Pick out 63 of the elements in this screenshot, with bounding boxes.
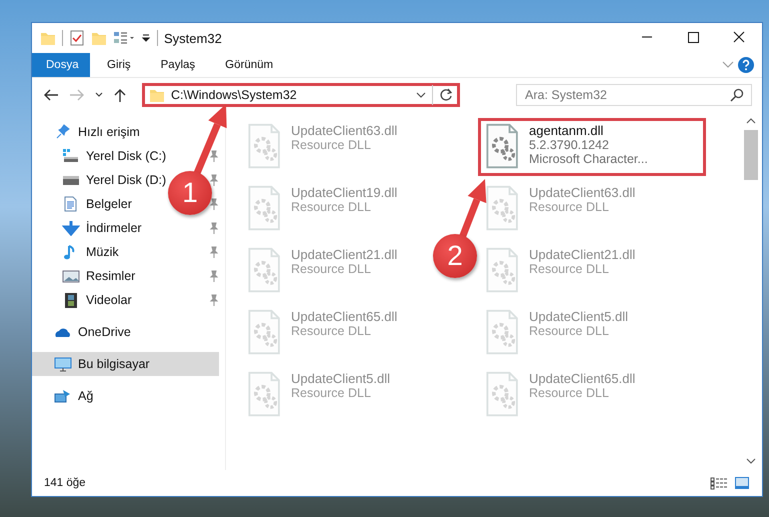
sidebar-item[interactable]: Müzik (32, 240, 168, 264)
back-arrow-icon[interactable] (42, 87, 60, 103)
file-name: UpdateClient5.dll (291, 371, 390, 386)
up-arrow-icon[interactable] (112, 87, 128, 103)
download-arrow-icon (62, 220, 80, 236)
file-detail: 5.2.3790.1242 (529, 138, 610, 152)
file-detail: Resource DLL (291, 386, 372, 400)
tiles-view-icon[interactable] (734, 476, 750, 490)
sidebar-item[interactable]: Ağ (32, 384, 100, 408)
file-detail: Microsoft Character... (529, 152, 648, 166)
file-detail: Resource DLL (529, 262, 610, 276)
file-name: UpdateClient5.dll (529, 309, 628, 324)
ribbon-tab[interactable]: Paylaş (148, 53, 208, 77)
film-icon (62, 292, 80, 308)
properties-icon[interactable] (113, 30, 135, 46)
file-detail: Resource DLL (291, 262, 372, 276)
sidebar-item[interactable]: Yerel Disk (C:) (32, 144, 168, 168)
file-name: UpdateClient63.dll (529, 185, 636, 200)
file-name: UpdateClient65.dll (529, 371, 636, 386)
folder-icon (40, 30, 56, 46)
sidebar-item[interactable]: Videolar (32, 288, 168, 312)
folder-icon (149, 87, 165, 103)
help-icon[interactable] (738, 57, 754, 73)
search-icon (730, 88, 744, 102)
refresh-icon[interactable] (439, 88, 453, 102)
file-name: UpdateClient21.dll (529, 247, 636, 262)
file-name: UpdateClient19.dll (291, 185, 398, 200)
ribbon-tab[interactable]: Dosya (32, 53, 90, 77)
file-detail: Resource DLL (291, 324, 372, 338)
sidebar-item[interactable]: OneDrive (32, 320, 137, 344)
network-icon (54, 388, 72, 404)
ribbon-tab[interactable]: Giriş (94, 53, 144, 77)
file-detail: Resource DLL (529, 386, 610, 400)
item-count: 141 öğe (44, 477, 86, 489)
checklist-icon[interactable] (69, 30, 85, 46)
file-item[interactable]: agentanm.dll 5.2.3790.1242 Microsoft Character... (478, 118, 706, 176)
computer-icon (54, 356, 72, 372)
star-icon (54, 124, 72, 140)
scroll-down-icon (744, 456, 758, 466)
sidebar-item[interactable]: Resimler (32, 264, 168, 288)
expand-chevron-icon[interactable] (722, 60, 734, 70)
sidebar-item[interactable]: Belgeler (32, 192, 168, 216)
sidebar-item[interactable]: İndirmeler (32, 216, 168, 240)
details-view-icon[interactable] (710, 476, 728, 490)
picture-icon (62, 268, 80, 284)
file-detail: Resource DLL (529, 324, 610, 338)
sidebar-item[interactable]: Yerel Disk (D:) (32, 168, 168, 192)
address-field[interactable]: C:\Windows\System32 (142, 83, 460, 107)
file-name: UpdateClient21.dll (291, 247, 398, 262)
search-field[interactable]: Ara: System32 (516, 84, 752, 106)
scrollbar-thumb[interactable] (744, 130, 758, 180)
sidebar-item[interactable]: Bu bilgisayar (32, 352, 219, 376)
file-detail: Resource DLL (291, 138, 372, 152)
file-detail: Resource DLL (291, 200, 372, 214)
ribbon-tab[interactable]: Görünüm (212, 53, 286, 77)
file-name: agentanm.dll (529, 123, 604, 138)
file-name: UpdateClient65.dll (291, 309, 398, 324)
drive-icon (62, 148, 80, 164)
scroll-up-icon (744, 116, 758, 126)
window-title: System32 (164, 30, 222, 46)
file-name: UpdateClient63.dll (291, 123, 398, 138)
file-detail: Resource DLL (529, 200, 610, 214)
sidebar-item[interactable]: Hızlı erişim (32, 120, 146, 144)
